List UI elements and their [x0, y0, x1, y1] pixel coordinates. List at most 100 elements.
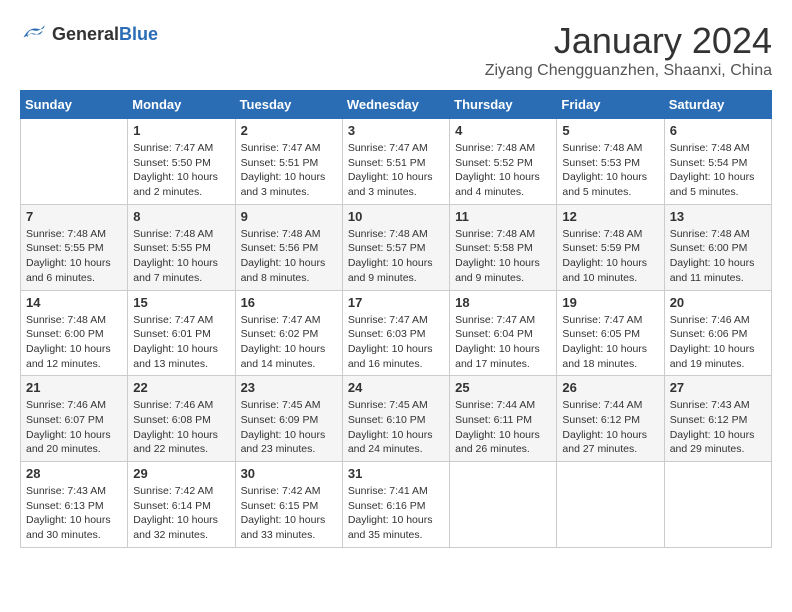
cell-info: Sunrise: 7:48 AM Sunset: 5:55 PM Dayligh… — [26, 227, 122, 286]
cell-info: Sunrise: 7:45 AM Sunset: 6:09 PM Dayligh… — [241, 398, 337, 457]
day-number: 7 — [26, 209, 122, 224]
cell-info: Sunrise: 7:48 AM Sunset: 5:54 PM Dayligh… — [670, 141, 766, 200]
day-number: 26 — [562, 380, 658, 395]
day-number: 25 — [455, 380, 551, 395]
cell-info: Sunrise: 7:48 AM Sunset: 6:00 PM Dayligh… — [670, 227, 766, 286]
day-number: 2 — [241, 123, 337, 138]
calendar-cell: 1 Sunrise: 7:47 AM Sunset: 5:50 PM Daylig… — [128, 119, 235, 205]
logo-text-general: General — [52, 24, 119, 44]
month-title: January 2024 — [485, 20, 772, 62]
cell-info: Sunrise: 7:43 AM Sunset: 6:13 PM Dayligh… — [26, 484, 122, 543]
calendar-cell: 16Sunrise: 7:47 AM Sunset: 6:02 PM Dayli… — [235, 290, 342, 376]
cell-info: Sunrise: 7:47 AM Sunset: 5:50 PM Dayligh… — [133, 141, 229, 200]
title-section: January 2024 Ziyang Chengguanzhen, Shaan… — [485, 20, 772, 80]
day-number: 22 — [133, 380, 229, 395]
cell-info: Sunrise: 7:44 AM Sunset: 6:11 PM Dayligh… — [455, 398, 551, 457]
calendar-cell: 28 Sunrise: 7:43 AM Sunset: 6:13 PM Dayli… — [21, 462, 128, 548]
day-number: 4 — [455, 123, 551, 138]
cell-info: Sunrise: 7:48 AM Sunset: 6:00 PM Dayligh… — [26, 313, 122, 372]
day-header: Sunday — [21, 91, 128, 119]
calendar-cell: 9 Sunrise: 7:48 AM Sunset: 5:56 PM Daylig… — [235, 204, 342, 290]
calendar-week-row: 28 Sunrise: 7:43 AM Sunset: 6:13 PM Dayli… — [21, 462, 772, 548]
day-number: 6 — [670, 123, 766, 138]
calendar-cell: 17 Sunrise: 7:47 AM Sunset: 6:03 PM Dayli… — [342, 290, 449, 376]
calendar-cell: 13 Sunrise: 7:48 AM Sunset: 6:00 PM Dayli… — [664, 204, 771, 290]
calendar-cell: 21 Sunrise: 7:46 AM Sunset: 6:07 PM Dayli… — [21, 376, 128, 462]
day-number: 28 — [26, 466, 122, 481]
cell-info: Sunrise: 7:47 AM Sunset: 6:03 PM Dayligh… — [348, 313, 444, 372]
calendar-cell — [21, 119, 128, 205]
calendar-cell: 6 Sunrise: 7:48 AM Sunset: 5:54 PM Daylig… — [664, 119, 771, 205]
day-number: 11 — [455, 209, 551, 224]
cell-info: Sunrise: 7:47 AM Sunset: 6:05 PM Dayligh… — [562, 313, 658, 372]
day-number: 9 — [241, 209, 337, 224]
calendar-cell: 3 Sunrise: 7:47 AM Sunset: 5:51 PM Daylig… — [342, 119, 449, 205]
cell-info: Sunrise: 7:47 AM Sunset: 6:02 PM Dayligh… — [241, 313, 337, 372]
calendar-cell — [557, 462, 664, 548]
day-header: Friday — [557, 91, 664, 119]
calendar-body: 1 Sunrise: 7:47 AM Sunset: 5:50 PM Daylig… — [21, 119, 772, 548]
day-number: 3 — [348, 123, 444, 138]
calendar-week-row: 21 Sunrise: 7:46 AM Sunset: 6:07 PM Dayli… — [21, 376, 772, 462]
page-header: GeneralBlue January 2024 Ziyang Chenggua… — [20, 20, 772, 80]
day-number: 14 — [26, 295, 122, 310]
day-number: 18 — [455, 295, 551, 310]
day-number: 13 — [670, 209, 766, 224]
calendar-cell: 14 Sunrise: 7:48 AM Sunset: 6:00 PM Dayli… — [21, 290, 128, 376]
day-number: 15 — [133, 295, 229, 310]
calendar-cell: 12 Sunrise: 7:48 AM Sunset: 5:59 PM Dayli… — [557, 204, 664, 290]
cell-info: Sunrise: 7:46 AM Sunset: 6:07 PM Dayligh… — [26, 398, 122, 457]
calendar-cell: 7 Sunrise: 7:48 AM Sunset: 5:55 PM Daylig… — [21, 204, 128, 290]
calendar-week-row: 1 Sunrise: 7:47 AM Sunset: 5:50 PM Daylig… — [21, 119, 772, 205]
day-number: 21 — [26, 380, 122, 395]
cell-info: Sunrise: 7:47 AM Sunset: 6:04 PM Dayligh… — [455, 313, 551, 372]
cell-info: Sunrise: 7:44 AM Sunset: 6:12 PM Dayligh… — [562, 398, 658, 457]
calendar-cell: 27 Sunrise: 7:43 AM Sunset: 6:12 PM Dayli… — [664, 376, 771, 462]
day-header: Saturday — [664, 91, 771, 119]
cell-info: Sunrise: 7:41 AM Sunset: 6:16 PM Dayligh… — [348, 484, 444, 543]
day-number: 1 — [133, 123, 229, 138]
calendar-cell: 22 Sunrise: 7:46 AM Sunset: 6:08 PM Dayli… — [128, 376, 235, 462]
day-header: Tuesday — [235, 91, 342, 119]
calendar-cell: 11 Sunrise: 7:48 AM Sunset: 5:58 PM Dayli… — [450, 204, 557, 290]
calendar-cell: 5Sunrise: 7:48 AM Sunset: 5:53 PM Daylig… — [557, 119, 664, 205]
calendar-cell: 25 Sunrise: 7:44 AM Sunset: 6:11 PM Dayli… — [450, 376, 557, 462]
day-number: 19 — [562, 295, 658, 310]
calendar-cell — [450, 462, 557, 548]
day-number: 17 — [348, 295, 444, 310]
logo-text-blue: Blue — [119, 24, 158, 44]
calendar-cell: 30Sunrise: 7:42 AM Sunset: 6:15 PM Dayli… — [235, 462, 342, 548]
calendar-cell: 2 Sunrise: 7:47 AM Sunset: 5:51 PM Daylig… — [235, 119, 342, 205]
calendar-week-row: 7 Sunrise: 7:48 AM Sunset: 5:55 PM Daylig… — [21, 204, 772, 290]
calendar-cell: 20 Sunrise: 7:46 AM Sunset: 6:06 PM Dayli… — [664, 290, 771, 376]
cell-info: Sunrise: 7:48 AM Sunset: 5:59 PM Dayligh… — [562, 227, 658, 286]
day-header: Thursday — [450, 91, 557, 119]
day-number: 20 — [670, 295, 766, 310]
cell-info: Sunrise: 7:48 AM Sunset: 5:57 PM Dayligh… — [348, 227, 444, 286]
day-number: 5 — [562, 123, 658, 138]
cell-info: Sunrise: 7:48 AM Sunset: 5:52 PM Dayligh… — [455, 141, 551, 200]
calendar-table: SundayMondayTuesdayWednesdayThursdayFrid… — [20, 90, 772, 548]
cell-info: Sunrise: 7:48 AM Sunset: 5:56 PM Dayligh… — [241, 227, 337, 286]
calendar-cell: 15 Sunrise: 7:47 AM Sunset: 6:01 PM Dayli… — [128, 290, 235, 376]
day-number: 29 — [133, 466, 229, 481]
cell-info: Sunrise: 7:46 AM Sunset: 6:06 PM Dayligh… — [670, 313, 766, 372]
calendar-cell: 23 Sunrise: 7:45 AM Sunset: 6:09 PM Dayli… — [235, 376, 342, 462]
calendar-cell: 18 Sunrise: 7:47 AM Sunset: 6:04 PM Dayli… — [450, 290, 557, 376]
calendar-cell: 10 Sunrise: 7:48 AM Sunset: 5:57 PM Dayli… — [342, 204, 449, 290]
calendar-cell: 24Sunrise: 7:45 AM Sunset: 6:10 PM Dayli… — [342, 376, 449, 462]
cell-info: Sunrise: 7:47 AM Sunset: 5:51 PM Dayligh… — [348, 141, 444, 200]
calendar-cell: 31Sunrise: 7:41 AM Sunset: 6:16 PM Dayli… — [342, 462, 449, 548]
calendar-cell: 8Sunrise: 7:48 AM Sunset: 5:55 PM Daylig… — [128, 204, 235, 290]
calendar-cell: 26 Sunrise: 7:44 AM Sunset: 6:12 PM Dayli… — [557, 376, 664, 462]
cell-info: Sunrise: 7:47 AM Sunset: 6:01 PM Dayligh… — [133, 313, 229, 372]
day-number: 12 — [562, 209, 658, 224]
cell-info: Sunrise: 7:46 AM Sunset: 6:08 PM Dayligh… — [133, 398, 229, 457]
cell-info: Sunrise: 7:48 AM Sunset: 5:58 PM Dayligh… — [455, 227, 551, 286]
cell-info: Sunrise: 7:47 AM Sunset: 5:51 PM Dayligh… — [241, 141, 337, 200]
cell-info: Sunrise: 7:43 AM Sunset: 6:12 PM Dayligh… — [670, 398, 766, 457]
day-number: 10 — [348, 209, 444, 224]
calendar-header-row: SundayMondayTuesdayWednesdayThursdayFrid… — [21, 91, 772, 119]
day-number: 27 — [670, 380, 766, 395]
day-number: 23 — [241, 380, 337, 395]
